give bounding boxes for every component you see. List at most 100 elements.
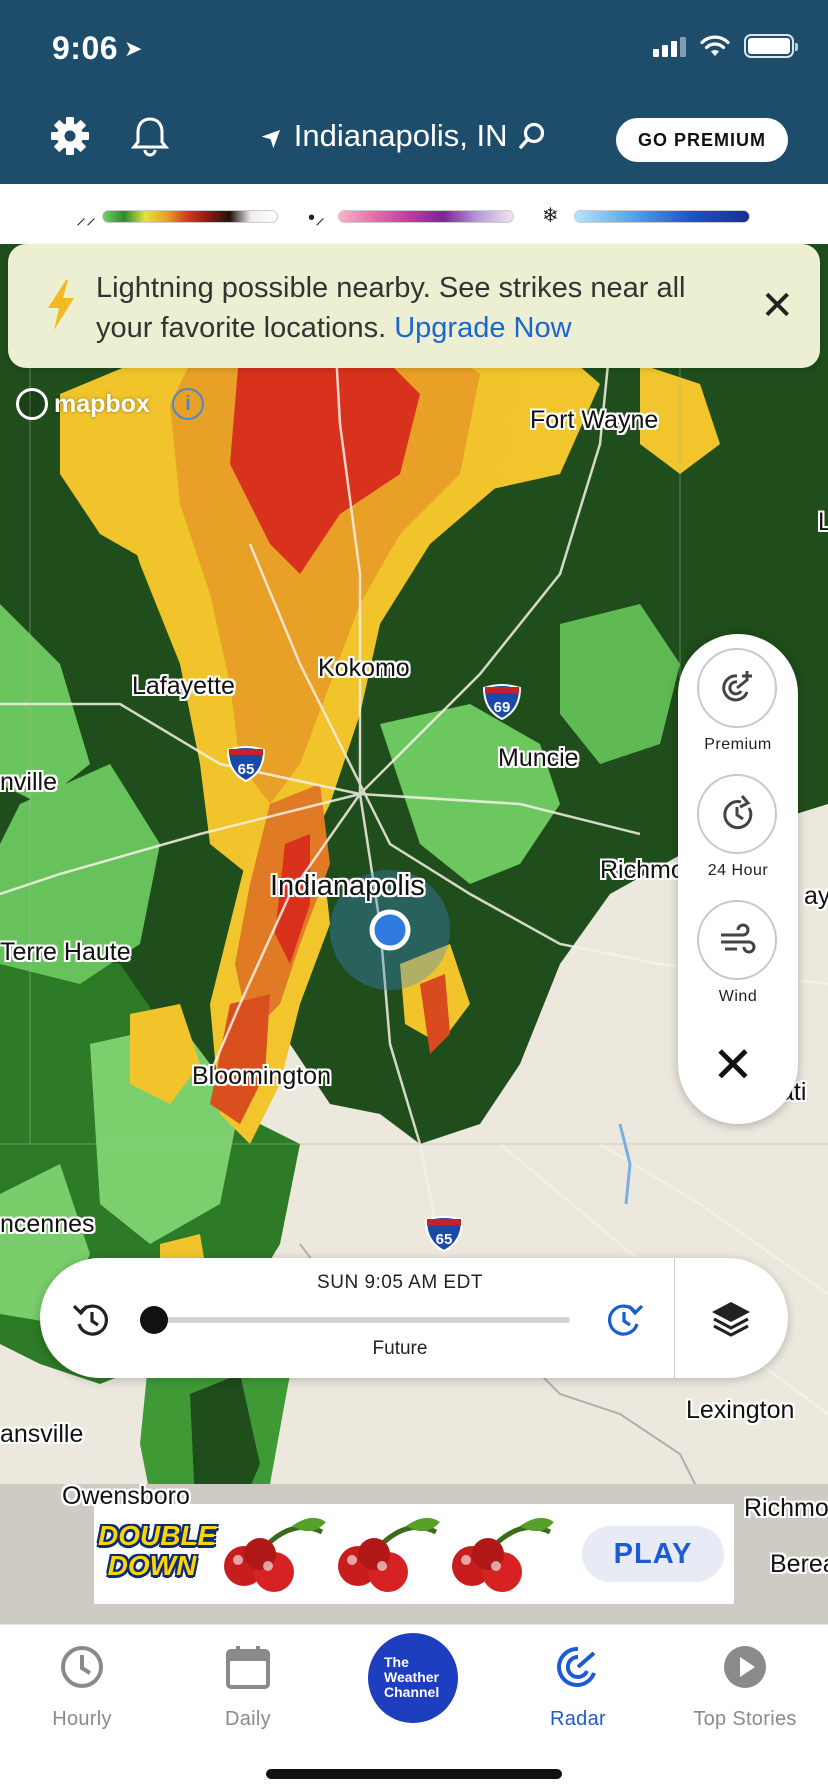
history-clock-icon <box>723 795 753 830</box>
nav-tab-daily[interactable]: Daily <box>178 1643 318 1731</box>
nav-label-top-stories: Top Stories <box>693 1708 797 1730</box>
city-label-fort-wayne: Fort Wayne <box>530 406 659 434</box>
logo-line1: The <box>384 1654 409 1670</box>
search-icon[interactable] <box>517 121 547 151</box>
city-label-kokomo: Kokomo <box>318 654 410 682</box>
go-premium-button[interactable]: GO PREMIUM <box>616 118 788 162</box>
cellular-signal-icon <box>653 35 686 57</box>
city-label-ay: ay <box>804 882 828 910</box>
mapbox-logo-text: mapbox <box>54 389 150 418</box>
wind-label: Wind <box>718 988 758 1005</box>
notifications-bell-icon[interactable] <box>128 114 172 158</box>
interstate-65-shield-north: 65 <box>226 746 266 782</box>
cherries-icon <box>224 1517 326 1592</box>
weather-channel-logo-button[interactable]: The Weather Channel <box>368 1633 458 1723</box>
status-time-text: 9:06 <box>52 30 119 66</box>
ad-brand-line1: DOUBLE <box>98 1520 217 1551</box>
banner-message: Lightning possible nearby. See strikes n… <box>96 268 736 348</box>
lightning-upsell-banner: Lightning possible nearby. See strikes n… <box>8 244 820 368</box>
city-label-evansville: ansville <box>0 1420 84 1448</box>
layers-icon[interactable] <box>708 1296 754 1342</box>
timeline-track[interactable] <box>152 1317 570 1323</box>
advertisement-banner[interactable]: DOUBLE DOWN PLAY <box>94 1504 734 1604</box>
navigation-arrow-icon: ➤ <box>254 117 291 154</box>
timeline-scrubber-handle[interactable] <box>140 1306 168 1334</box>
bottom-navigation: Hourly Daily The Weather Channel Radar T… <box>0 1624 828 1792</box>
logo-line2: Weather <box>384 1669 439 1685</box>
city-label-lexington: Lexington <box>686 1396 795 1424</box>
map-layer-panel: Premium 24 Hour Wind ✕ <box>678 634 798 1124</box>
city-label-terre-haute: Terre Haute <box>0 938 131 966</box>
interstate-65-shield-south: 65 <box>424 1216 464 1252</box>
location-name: Indianapolis, IN <box>293 118 508 153</box>
past-radar-button[interactable] <box>70 1298 114 1342</box>
city-label-indianapolis: Indianapolis <box>270 870 425 902</box>
mapbox-logo-icon <box>16 388 48 420</box>
settings-gear-icon[interactable] <box>48 114 92 158</box>
nav-label-hourly: Hourly <box>52 1708 112 1730</box>
snow-legend-icon: ❄ <box>542 205 559 227</box>
timeline-mode-label: Future <box>372 1338 428 1359</box>
wifi-icon <box>700 35 730 56</box>
clock-icon <box>61 1646 103 1688</box>
battery-icon <box>744 34 798 58</box>
nav-tab-radar[interactable]: Radar <box>508 1643 648 1731</box>
city-label-lafayette: Lafayette <box>132 672 235 700</box>
24-hour-button[interactable] <box>697 774 777 854</box>
premium-label: Premium <box>704 736 772 753</box>
interstate-69-shield: 69 <box>482 684 522 720</box>
city-label-muncie: Muncie <box>498 744 579 772</box>
city-label-richmond-ky: Richmo <box>744 1494 828 1522</box>
banner-text: Lightning possible nearby. See strikes n… <box>96 272 686 344</box>
snow-legend-bar <box>574 210 750 223</box>
home-indicator <box>266 1769 562 1779</box>
premium-radar-button[interactable] <box>697 648 777 728</box>
play-icon <box>724 1646 766 1688</box>
nav-tab-top-stories[interactable]: Top Stories <box>674 1643 816 1731</box>
cherries-icon <box>452 1517 554 1592</box>
nav-tab-hourly[interactable]: Hourly <box>12 1643 152 1731</box>
cherries-icon <box>338 1517 440 1592</box>
calendar-icon <box>226 1646 270 1689</box>
ad-brand-line2: DOWN <box>107 1550 197 1581</box>
svg-text:69: 69 <box>494 699 511 716</box>
24-hour-label: 24 Hour <box>707 862 769 879</box>
lightning-bolt-icon <box>48 280 74 330</box>
ad-play-button[interactable]: PLAY <box>582 1526 724 1582</box>
city-label-vincennes: ncennes <box>0 1210 95 1238</box>
timeline-timestamp: SUN 9:05 AM EDT <box>317 1272 483 1293</box>
location-services-icon: ➤ <box>124 36 143 61</box>
radar-timeline: SUN 9:05 AM EDT Future <box>40 1258 788 1378</box>
upgrade-now-link[interactable]: Upgrade Now <box>394 312 571 344</box>
city-label-bloomington: Bloomington <box>192 1062 331 1090</box>
banner-close-button[interactable]: ✕ <box>760 286 794 326</box>
app-header: 9:06 ➤ ➤ Indianapolis, IN GO PREMIUM <box>0 0 828 184</box>
wind-icon <box>721 923 756 954</box>
mix-legend-icon: •⸝ <box>308 207 326 229</box>
panel-close-icon[interactable]: ✕ <box>712 1040 754 1090</box>
status-bar-time: 9:06 ➤ <box>52 30 143 67</box>
nav-label-radar: Radar <box>550 1708 606 1730</box>
mapbox-logo[interactable]: mapbox <box>16 388 150 420</box>
radar-plus-icon <box>722 671 752 702</box>
city-label-l: L <box>818 508 828 536</box>
wind-button[interactable] <box>697 900 777 980</box>
logo-line3: Channel <box>384 1684 440 1700</box>
nav-label-daily: Daily <box>225 1708 271 1730</box>
location-selector[interactable]: ➤ Indianapolis, IN <box>254 117 547 154</box>
doubledown-logo: DOUBLE DOWN <box>98 1518 217 1590</box>
precipitation-legend: ⸝⸝ •⸝ ❄ <box>0 184 828 244</box>
city-label-berea: Berea <box>770 1550 828 1578</box>
svg-text:65: 65 <box>238 761 255 778</box>
city-label-richmond-in: Richmo <box>600 856 685 884</box>
rain-legend-bar <box>102 210 278 223</box>
timeline-divider <box>674 1258 675 1378</box>
future-radar-button[interactable] <box>602 1298 646 1342</box>
city-label-nville: nville <box>0 768 57 796</box>
svg-text:65: 65 <box>436 1231 453 1248</box>
mix-legend-bar <box>338 210 514 223</box>
status-bar-indicators <box>653 34 798 58</box>
radar-icon <box>557 1646 596 1687</box>
rain-legend-icon: ⸝⸝ <box>76 207 96 229</box>
attribution-info-icon[interactable]: i <box>172 388 204 420</box>
